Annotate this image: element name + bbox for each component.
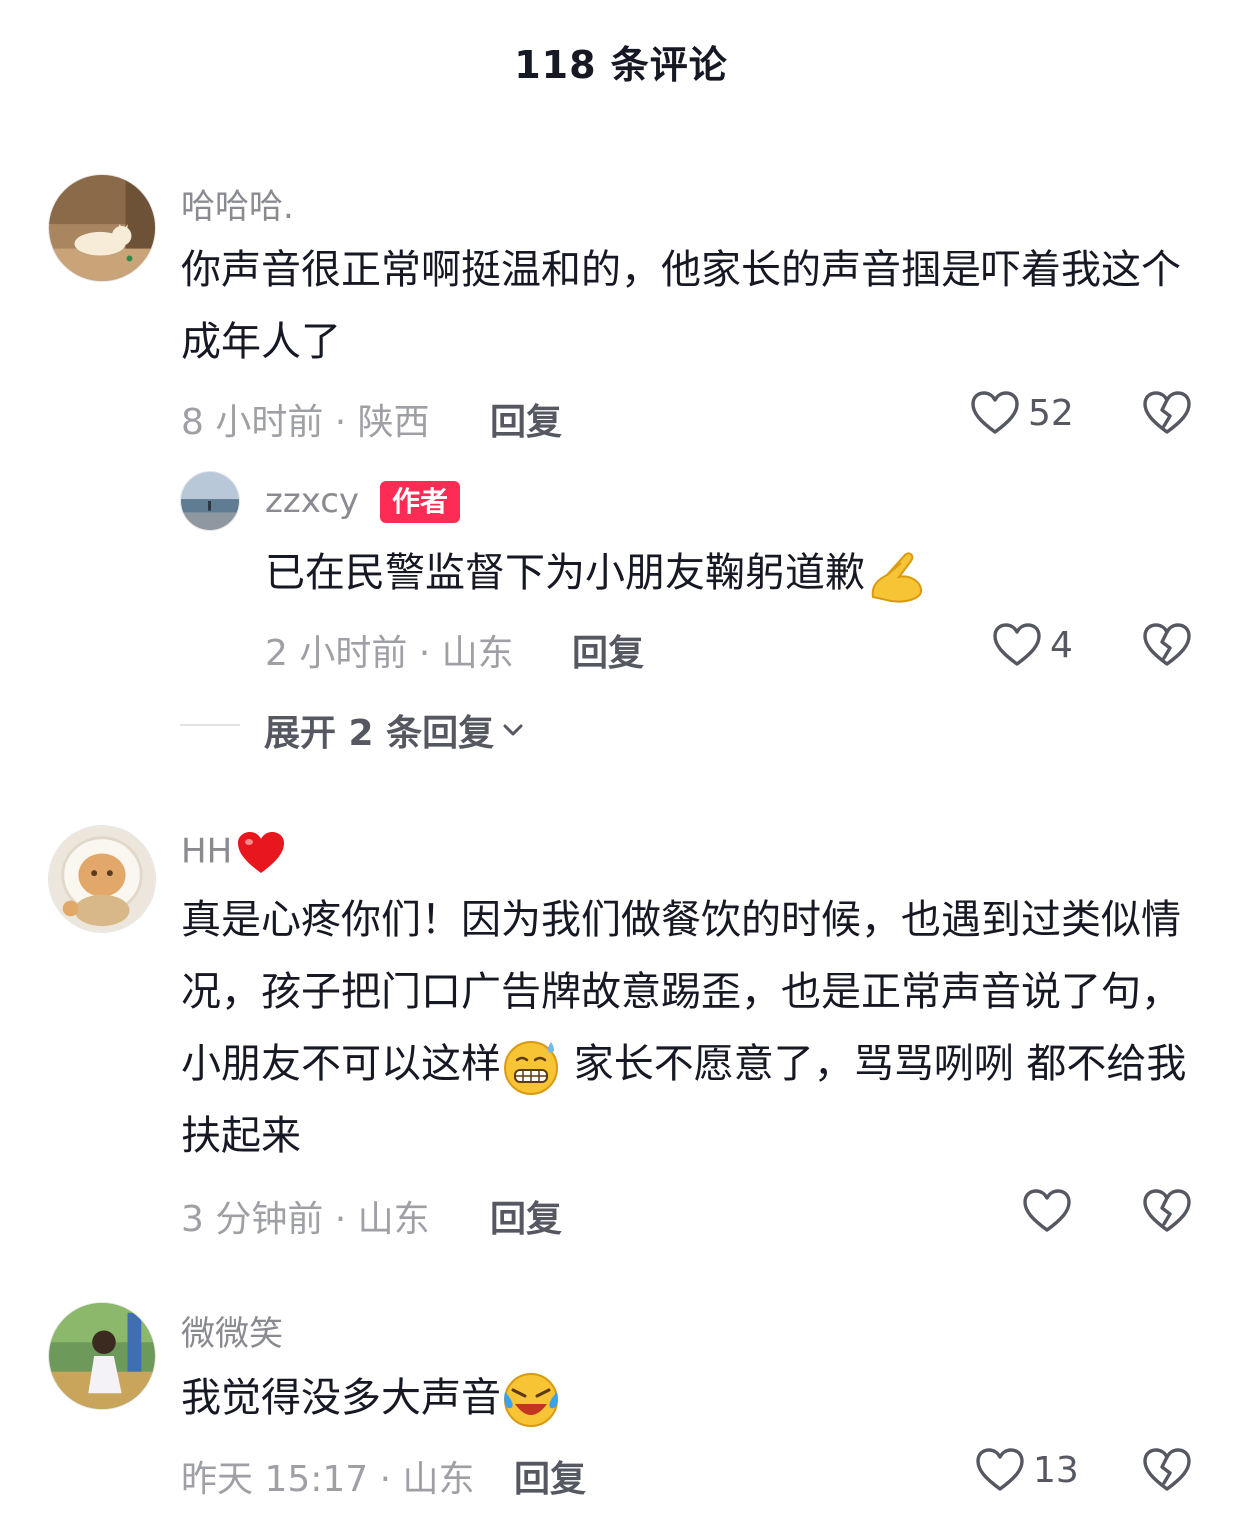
comment-meta: 3 分钟前 · 山东 (181, 1199, 430, 1240)
avatar[interactable] (48, 174, 156, 282)
broken-heart-icon (1142, 1447, 1192, 1493)
author-badge: 作者 (380, 481, 461, 523)
avatar[interactable] (48, 825, 156, 933)
chevron-down-icon (503, 724, 523, 736)
expand-divider (180, 724, 240, 726)
dislike-button[interactable] (1142, 1447, 1192, 1493)
cat-avatar-image (49, 175, 155, 281)
username-text: HH (181, 831, 233, 872)
crying-laughing-emoji (501, 1370, 561, 1430)
like-count: 4 (1050, 624, 1073, 666)
comment-meta: 8 小时前 · 陕西 (181, 402, 430, 443)
sea-avatar-image (181, 472, 239, 530)
broken-heart-icon (1142, 622, 1192, 668)
reply-button[interactable]: 回复 (490, 1190, 562, 1242)
like-count: 52 (1028, 392, 1074, 434)
expand-replies-button[interactable]: 展开 2 条回复 (264, 704, 526, 756)
comment-text: 我觉得没多大声音 (181, 1362, 1191, 1434)
avatar[interactable] (48, 1302, 156, 1410)
comment-text: 真是心疼你们！因为我们做餐饮的时候，也遇到过类似情况，孩子把门口广告牌故意踢歪，… (181, 884, 1191, 1172)
broken-heart-icon (1142, 390, 1192, 436)
heart-outline-icon (975, 1447, 1025, 1493)
red-heart-emoji (238, 832, 285, 873)
dislike-button[interactable] (1142, 1188, 1192, 1234)
reply-button[interactable]: 回复 (572, 624, 644, 676)
comment-text: 你声音很正常啊挺温和的，他家长的声音掴是吓着我这个成年人了 (181, 247, 1181, 365)
reply-button[interactable]: 回复 (490, 393, 562, 445)
girl-avatar-image (49, 1303, 155, 1409)
comment-text-body: 我觉得没多大声音 (181, 1375, 501, 1421)
comment-username[interactable]: 微微笑 (181, 1306, 283, 1355)
reply-button[interactable]: 回复 (514, 1450, 586, 1502)
kitten-avatar-image (49, 826, 155, 932)
like-button[interactable]: 13 (975, 1447, 1079, 1493)
grimacing-sweat-emoji (501, 1036, 561, 1096)
like-count: 13 (1033, 1449, 1079, 1491)
expand-replies-label: 展开 2 条回复 (264, 713, 495, 754)
dislike-button[interactable] (1142, 622, 1192, 668)
folded-hands-emoji (865, 545, 925, 605)
comment-username[interactable]: 哈哈哈. (181, 179, 294, 228)
heart-outline-icon (992, 622, 1042, 668)
comments-count-title: 118 条评论 (514, 43, 728, 87)
heart-outline-icon (1022, 1188, 1072, 1234)
like-button[interactable]: 52 (970, 390, 1074, 436)
reply-meta: 2 小时前 · 山东 (265, 633, 514, 674)
comment-meta: 昨天 15:17 · 山东 (181, 1459, 475, 1500)
like-button[interactable] (1022, 1188, 1080, 1234)
dislike-button[interactable] (1142, 390, 1192, 436)
broken-heart-icon (1142, 1188, 1192, 1234)
comment-username[interactable]: HH (181, 830, 286, 876)
heart-outline-icon (970, 390, 1020, 436)
avatar[interactable] (180, 471, 240, 531)
reply-text: 已在民警监督下为小朋友鞠躬道歉 (265, 537, 1165, 609)
reply-username[interactable]: zzxcy (265, 481, 359, 521)
like-button[interactable]: 4 (992, 622, 1073, 668)
reply-text-body: 已在民警监督下为小朋友鞠躬道歉 (265, 550, 865, 596)
